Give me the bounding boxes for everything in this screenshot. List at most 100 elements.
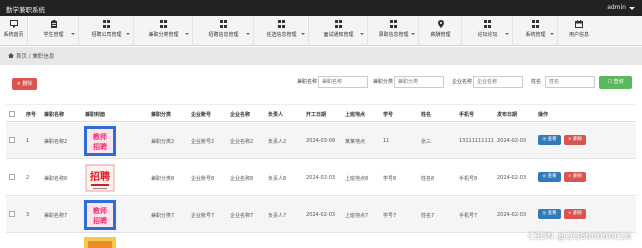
search-button[interactable]: ☐ 查询 [599, 76, 632, 89]
cell-name: 兼职名称8 [44, 176, 68, 182]
cell-phone: 13111111111 [459, 138, 494, 144]
col-header: 兼职封面 [85, 112, 106, 118]
cover-image: 招聘 [84, 163, 116, 193]
cell-company: 企业名称2 [230, 139, 254, 145]
category-input[interactable] [394, 76, 444, 88]
row-checkbox[interactable] [9, 137, 15, 143]
cell-category: 兼职分类2 [151, 139, 175, 145]
cell-student-name: 张三 [421, 139, 432, 145]
nav-item-home[interactable]: 系统首页 [0, 16, 28, 46]
view-button[interactable]: ◎ 查看 [538, 209, 561, 219]
nav-item-interview[interactable]: 面试通知管理 [310, 16, 368, 46]
cell-account: 企业账号8 [191, 176, 215, 182]
cell-start-date: 2024-03-09 [306, 138, 336, 144]
nav-label: 用户信息 [568, 32, 589, 38]
col-header: 手机号 [459, 112, 475, 118]
top-bar: 勤学兼职系统 admin [0, 0, 642, 16]
nav-item-admission[interactable]: 录取信息管理 [369, 16, 419, 46]
cell-company: 企业名称7 [230, 213, 254, 219]
cell-name: 兼职名称7 [44, 213, 68, 219]
delete-button[interactable]: × 删除 [564, 135, 586, 145]
nav-item-selection-info[interactable]: 任选信息管理 [255, 16, 309, 46]
chevron-down-icon [550, 33, 554, 35]
nav-item-companies[interactable]: 招聘公司管理 [80, 16, 134, 46]
cell-category: 兼职分类8 [151, 176, 175, 182]
col-header: 开工日期 [306, 112, 327, 118]
chevron-down-icon [360, 33, 364, 35]
nav-label: 招聘信息管理 [208, 32, 239, 38]
watermark: CSDN @QQ860060016 [528, 232, 632, 242]
cell-start-date: 2024-02-03 [306, 175, 336, 181]
nav-item-recruit-info[interactable]: 招聘信息管理 [194, 16, 254, 46]
table-row: 3 兼职名称7 教师 招聘 兼职分类7 企业账号7 企业名称7 负责人7 202… [6, 197, 636, 233]
cell-no: 1 [26, 138, 30, 144]
app-title: 勤学兼职系统 [6, 6, 45, 14]
nav-label: 兼职分类管理 [148, 32, 179, 38]
cover-image: 教师 招聘 [84, 200, 116, 230]
cell-start-date: 2024-02-03 [306, 212, 336, 218]
nav-item-system[interactable]: 系统管理 [514, 16, 558, 46]
monitor-icon [9, 20, 18, 28]
grid-icon [159, 20, 168, 28]
grid-icon [531, 20, 540, 28]
select-all-checkbox[interactable] [9, 111, 15, 117]
row-checkbox[interactable] [9, 211, 15, 217]
chevron-down-icon [126, 33, 130, 35]
batch-delete-button[interactable]: × 删除 [12, 78, 37, 90]
cell-student-id: 学号7 [383, 213, 397, 219]
table-row: 1 兼职名称2 教师 招聘 兼职分类2 企业账号2 企业名称2 负责人2 202… [6, 123, 636, 159]
nav-item-salary[interactable]: 薪酬管理 [420, 16, 462, 46]
nav-item-user-info[interactable]: 用户信息 [559, 16, 599, 46]
cell-category: 兼职分类7 [151, 213, 175, 219]
grid-icon [334, 20, 343, 28]
col-header: 企业名称 [230, 112, 251, 118]
cell-publish-date: 2024-02-03 [497, 212, 527, 218]
col-header: 姓名 [421, 112, 432, 118]
cover-text-recruit: 招聘 [93, 216, 107, 225]
cell-place: 上班地点8 [345, 176, 369, 182]
row-checkbox[interactable] [9, 174, 15, 180]
cell-place: 上班地点7 [345, 213, 369, 219]
cell-manager: 负责人7 [268, 213, 287, 219]
cell-place: 某某地点 [345, 139, 366, 145]
view-button[interactable]: ◎ 查看 [538, 135, 561, 145]
grid-icon [483, 20, 492, 28]
delete-button[interactable]: × 删除 [564, 172, 586, 182]
search-label-category: 兼职分类 [373, 79, 394, 85]
grid-icon [102, 20, 111, 28]
cell-manager: 负责人2 [268, 139, 287, 145]
nav-label: 系统首页 [3, 32, 24, 38]
chevron-down-icon [246, 33, 250, 35]
delete-button[interactable]: × 删除 [564, 209, 586, 219]
chevron-down-icon[interactable] [629, 7, 635, 10]
cover-text-recruit: 招聘 [93, 142, 107, 151]
table-row: 2 兼职名称8 招聘 兼职分类8 企业账号8 企业名称8 负责人8 2024-0… [6, 160, 636, 196]
cover-image: 教师 招聘 [84, 126, 116, 156]
cell-company: 企业名称8 [230, 176, 254, 182]
table-header: 序号 兼职名称 兼职封面 兼职分类 企业账号 企业名称 负责人 开工日期 上班地… [6, 104, 636, 122]
name-input[interactable] [545, 76, 595, 88]
home-icon[interactable] [8, 53, 14, 58]
cover-text-recruit: 招聘 [90, 170, 110, 183]
cell-student-name: 姓名8 [421, 176, 435, 182]
clipboard-icon [50, 20, 57, 28]
location-icon [437, 20, 444, 28]
nav-item-forum[interactable]: 论坛论坛 [463, 16, 513, 46]
job-name-input[interactable] [318, 76, 368, 88]
nav-item-job-categories[interactable]: 兼职分类管理 [135, 16, 193, 46]
view-button[interactable]: ◎ 查看 [538, 172, 561, 182]
col-header: 发布日期 [497, 112, 518, 118]
search-label-company: 企业名称 [452, 79, 473, 85]
chevron-down-icon [301, 33, 305, 35]
cell-account: 企业账号2 [191, 139, 215, 145]
cover-text-teacher: 教师 [92, 132, 107, 141]
cell-publish-date: 2024-02-03 [497, 175, 527, 181]
company-input[interactable] [473, 76, 523, 88]
grid-icon [277, 20, 286, 28]
user-menu[interactable]: admin [607, 4, 626, 11]
cover-text-teacher: 教师 [92, 206, 107, 215]
nav-item-students[interactable]: 学生管理 [29, 16, 79, 46]
grid-icon [219, 20, 228, 28]
nav-label: 面试通知管理 [323, 32, 354, 38]
cell-student-name: 姓名7 [421, 213, 435, 219]
